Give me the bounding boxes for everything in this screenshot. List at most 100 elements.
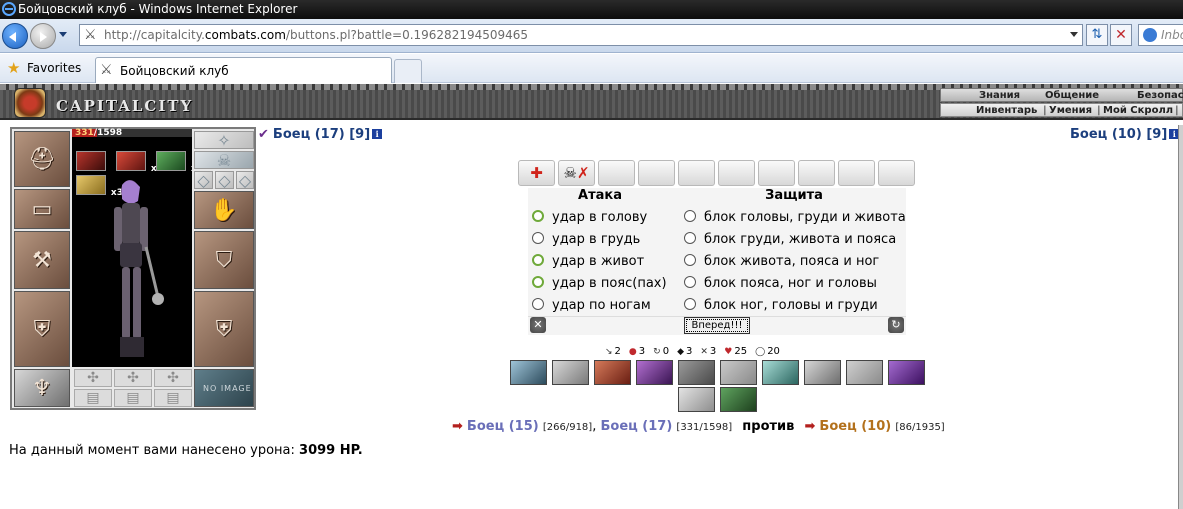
skill-4[interactable] (636, 360, 673, 385)
attack-radio[interactable] (532, 210, 544, 222)
weapon-slot[interactable]: ⚒ (14, 231, 70, 289)
earrings-slot[interactable]: ☠ (194, 151, 254, 170)
defense-radio[interactable] (684, 298, 696, 310)
scroll-slot-3[interactable]: ✣ (154, 369, 192, 387)
favorites-button[interactable]: Favorites (27, 61, 81, 75)
refresh-icon-button[interactable]: ↻ (888, 317, 904, 333)
technique-slot-4[interactable] (638, 160, 675, 186)
gloves-slot[interactable]: ✋ (194, 191, 254, 229)
no-image-slot[interactable]: NO IMAGE (194, 369, 254, 407)
effect-2[interactable]: x3 (116, 151, 163, 174)
menu-item-communication[interactable]: Общение (1045, 90, 1099, 101)
ring-slot-3[interactable]: ◇ (236, 171, 254, 190)
techniques-bar: ✚ ☠ ✗ (518, 160, 918, 186)
menu-item-inventory[interactable]: Инвентарь (976, 105, 1037, 116)
defense-radio[interactable] (684, 254, 696, 266)
armor-slot[interactable]: ⛨ (14, 291, 70, 367)
navigation-bar: ⚔ http://capitalcity.combats.com/buttons… (0, 19, 1183, 53)
tab-combats[interactable]: ⚔ Бойцовский клуб (95, 57, 392, 83)
skill-6[interactable] (720, 360, 757, 385)
skill-10[interactable] (888, 360, 925, 385)
technique-slot-3[interactable] (598, 160, 635, 186)
technique-slot-6[interactable] (718, 160, 755, 186)
attack-radio[interactable] (532, 254, 544, 266)
defense-option-5[interactable]: блок ног, головы и груди (684, 298, 878, 313)
skill-1[interactable] (510, 360, 547, 385)
bracers-slot[interactable]: ▭ (14, 189, 70, 229)
attack-radio[interactable] (532, 276, 544, 288)
amulet-slot[interactable]: ✧ (194, 131, 254, 150)
menu-item-knowledge[interactable]: Знания (979, 90, 1020, 101)
back-button[interactable] (2, 23, 28, 49)
ring-slot-1[interactable]: ◇ (194, 171, 213, 190)
heal-technique-button[interactable]: ✚ (518, 160, 555, 186)
scroll-slot-5[interactable]: ▤ (114, 389, 152, 407)
technique-slot-8[interactable] (798, 160, 835, 186)
player-left-name[interactable]: Боец (17) (273, 127, 345, 142)
stop-button[interactable]: ✕ (1110, 24, 1132, 46)
player-right-name[interactable]: Боец (10) (1070, 127, 1142, 142)
damage-value: 3099 HP. (299, 443, 363, 458)
attack-radio[interactable] (532, 232, 544, 244)
scroll-slot-4[interactable]: ▤ (74, 389, 112, 407)
shield-slot[interactable]: ⛉ (194, 231, 254, 289)
ally-1-name[interactable]: Боец (15) (467, 419, 539, 434)
cancel-technique-button[interactable]: ☠ ✗ (558, 160, 595, 186)
menu-item-skills[interactable]: Умения (1049, 105, 1092, 116)
search-input[interactable]: Inbo (1138, 24, 1183, 46)
empty-slot-icon: ▤ (86, 390, 100, 406)
helmet-slot[interactable]: ⛑ (14, 131, 70, 187)
recent-pages-dropdown-icon[interactable] (59, 32, 67, 41)
forward-button[interactable] (30, 23, 56, 49)
defense-radio[interactable] (684, 276, 696, 288)
favorites-star-icon[interactable]: ★ (7, 59, 20, 77)
forward-submit-button[interactable]: Вперед!!! (684, 317, 750, 334)
attack-option-3[interactable]: удар в живот (532, 254, 644, 269)
attack-option-5[interactable]: удар по ногам (532, 298, 651, 313)
address-dropdown-icon[interactable] (1070, 32, 1078, 41)
defense-option-3[interactable]: блок живота, пояса и ног (684, 254, 879, 269)
skill-3[interactable] (594, 360, 631, 385)
new-tab-button[interactable] (394, 59, 422, 83)
scroll-slot-1[interactable]: ✣ (74, 369, 112, 387)
leggings-icon: ⛨ (215, 316, 233, 342)
skill-9[interactable] (846, 360, 883, 385)
attack-option-2[interactable]: удар в грудь (532, 232, 640, 247)
boots-slot[interactable]: ♆ (14, 369, 70, 407)
window-titlebar: Бойцовский клуб - Windows Internet Explo… (0, 0, 1183, 19)
address-bar[interactable]: ⚔ http://capitalcity.combats.com/buttons… (79, 24, 1083, 46)
defense-option-1[interactable]: блок головы, груди и живота (684, 210, 906, 225)
skill-7[interactable] (762, 360, 799, 385)
enemy-1-name[interactable]: Боец (10) (819, 419, 891, 434)
scroll-slot-2[interactable]: ✣ (114, 369, 152, 387)
info-icon[interactable]: i (372, 129, 383, 139)
ring-slot-2[interactable]: ◇ (215, 171, 234, 190)
technique-slot-10[interactable] (878, 160, 915, 186)
menu-item-security[interactable]: Безопас (1137, 90, 1183, 101)
skill-8[interactable] (804, 360, 841, 385)
technique-slot-5[interactable] (678, 160, 715, 186)
page-scrollbar[interactable] (1178, 125, 1183, 509)
defense-option-2[interactable]: блок груди, живота и пояса (684, 232, 896, 247)
ally-2-name[interactable]: Боец (17) (600, 419, 672, 434)
skill-12[interactable] (720, 387, 757, 412)
technique-slot-9[interactable] (838, 160, 875, 186)
attack-option-1[interactable]: удар в голову (532, 210, 647, 225)
skill-11[interactable] (678, 387, 715, 412)
effect-1[interactable] (76, 151, 106, 171)
attack-radio[interactable] (532, 298, 544, 310)
skill-5[interactable] (678, 360, 715, 385)
technique-slot-7[interactable] (758, 160, 795, 186)
player-left-level: [9] (349, 127, 371, 142)
scroll-slot-6[interactable]: ▤ (154, 389, 192, 407)
refresh-button[interactable]: ⇅ (1086, 24, 1108, 46)
menu-item-my-scroll[interactable]: Мой Скролл (1103, 105, 1173, 116)
defense-option-4[interactable]: блок пояса, ног и головы (684, 276, 877, 291)
effect-3[interactable]: x3 (156, 151, 192, 174)
defense-radio[interactable] (684, 210, 696, 222)
attack-option-4[interactable]: удар в пояс(пах) (532, 276, 667, 291)
defense-radio[interactable] (684, 232, 696, 244)
skill-2[interactable] (552, 360, 589, 385)
leggings-slot[interactable]: ⛨ (194, 291, 254, 367)
cancel-icon-button[interactable]: ✕ (530, 317, 546, 333)
